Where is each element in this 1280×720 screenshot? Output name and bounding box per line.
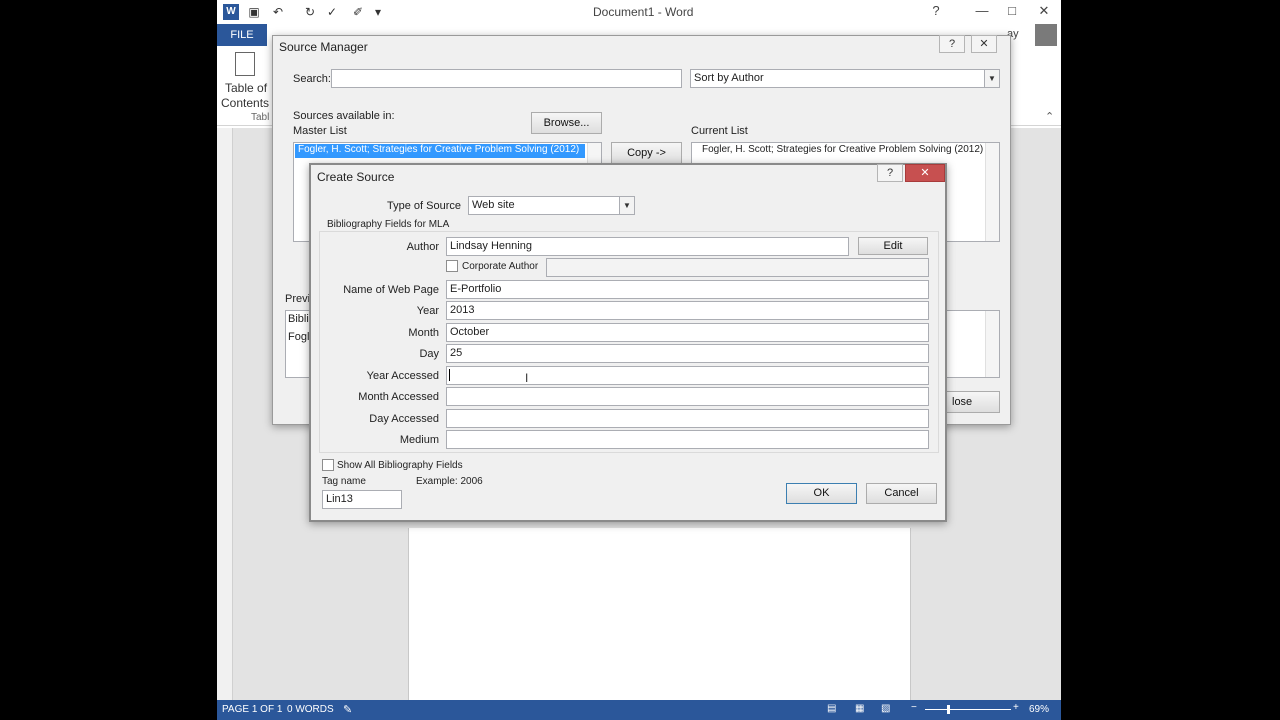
day-accessed-field[interactable] [446,409,929,428]
type-of-source-label: Type of Source [387,200,461,212]
type-of-source-value: Web site [472,199,515,211]
scrollbar[interactable] [985,143,999,241]
redo-icon[interactable]: ↻ [303,5,317,19]
year-field[interactable]: 2013 [446,301,929,320]
edit-button[interactable]: Edit [858,237,928,255]
preview-text-1: Bibli [288,313,309,325]
chevron-down-icon[interactable]: ▼ [619,197,634,214]
help-icon[interactable]: ? [939,35,965,53]
zoom-slider-thumb[interactable] [947,705,950,714]
show-all-fields-label: Show All Bibliography Fields [337,460,463,471]
undo-icon[interactable]: ↶ [271,5,285,19]
fields-header: Bibliography Fields for MLA [327,219,450,230]
help-icon[interactable]: ? [877,164,903,182]
vertical-ruler [217,128,233,700]
list-item[interactable]: Fogler, H. Scott; Strategies for Creativ… [295,144,585,158]
example-label: Example: 2006 [416,476,483,487]
spelling-icon[interactable]: ✓ [325,5,339,19]
field-label: Year [416,305,439,317]
page-count[interactable]: PAGE 1 OF 1 [222,704,282,715]
month-field[interactable]: October [446,323,929,342]
read-mode-icon[interactable]: ▤ [827,703,836,714]
customize-qat-icon[interactable]: ▾ [371,5,385,19]
tag-name-label: Tag name [322,476,366,487]
field-label: Day [419,348,439,360]
mouse-ibeam-icon: I [525,371,529,385]
sources-available-label: Sources available in: [293,110,395,122]
toc-label-1[interactable]: Table of [225,81,267,95]
preview-text-2: Fogl [288,331,310,343]
field-label: Medium [399,434,439,446]
format-painter-icon[interactable]: ✐ [351,5,365,19]
show-all-fields-checkbox[interactable] [322,459,334,471]
web-layout-icon[interactable]: ▧ [881,703,890,714]
tab-file[interactable]: FILE [217,24,267,46]
chevron-down-icon[interactable]: ▼ [984,70,999,87]
day-field[interactable]: 25 [446,344,929,363]
zoom-in-icon[interactable]: + [1013,702,1019,713]
status-bar: PAGE 1 OF 1 0 WORDS ✎ ▤ ▦ ▧ − + 69% [217,700,1061,720]
current-list-label: Current List [691,125,748,137]
field-label: Name of Web Page [343,284,439,296]
field-label: Year Accessed [366,370,439,382]
field-label: Day Accessed [369,413,439,425]
collapse-ribbon-icon[interactable]: ⌃ [1045,110,1054,123]
word-count[interactable]: 0 WORDS [287,704,334,715]
print-layout-icon[interactable]: ▦ [855,703,864,714]
source-manager-title: Source Manager [279,40,368,54]
corporate-author-label: Corporate Author [462,261,539,272]
zoom-out-icon[interactable]: − [911,702,917,713]
corporate-author-field [546,258,929,277]
maximize-icon[interactable]: □ [997,0,1027,22]
author-field[interactable]: Lindsay Henning [446,237,849,256]
browse-button[interactable]: Browse... [531,112,602,134]
title-bar: W ▣ ↶ ↻ ✓ ✐ ▾ Document1 - Word ? — □ ✕ [217,0,1061,24]
copy-button[interactable]: Copy -> [611,142,682,164]
type-of-source-dropdown[interactable]: Web site ▼ [468,196,635,215]
text-cursor [449,369,450,381]
field-label: Month [408,327,439,339]
zoom-level[interactable]: 69% [1029,704,1049,715]
sort-value: Sort by Author [694,72,764,84]
medium-field[interactable] [446,430,929,449]
search-input[interactable] [331,69,682,88]
corporate-author-checkbox[interactable] [446,260,458,272]
close-icon[interactable]: ✕ [905,164,945,182]
name-of-web-page-field[interactable]: E-Portfolio [446,280,929,299]
preview-label: Previ [285,293,311,305]
zoom-slider[interactable] [925,709,1011,710]
year-accessed-field[interactable] [446,366,929,385]
close-icon[interactable]: ✕ [971,35,997,53]
ok-button[interactable]: OK [786,483,857,504]
document-page[interactable] [408,528,911,700]
scrollbar[interactable] [985,311,999,377]
close-window-icon[interactable]: ✕ [1029,0,1059,22]
ribbon-group-label: Tabl [251,112,270,123]
table-of-contents-icon[interactable] [235,52,255,76]
window-title: Document1 - Word [593,5,694,19]
list-item[interactable]: Fogler, H. Scott; Strategies for Creativ… [702,144,983,155]
sort-dropdown[interactable]: Sort by Author ▼ [690,69,1000,88]
minimize-icon[interactable]: — [967,0,997,22]
help-icon[interactable]: ? [921,0,951,22]
cancel-button[interactable]: Cancel [866,483,937,504]
create-source-dialog: Create Source ? ✕ Type of Source Web sit… [309,163,947,522]
field-label: Month Accessed [358,391,439,403]
author-label: Author [406,241,439,253]
close-button-label: lose [952,396,973,408]
avatar[interactable] [1035,24,1057,46]
create-source-title: Create Source [317,170,395,184]
word-logo-icon: W [223,4,239,20]
proofing-icon[interactable]: ✎ [343,703,352,716]
month-accessed-field[interactable] [446,387,929,406]
save-icon[interactable]: ▣ [247,5,261,19]
tag-name-field[interactable]: Lin13 [322,490,402,509]
toc-label-2[interactable]: Contents [221,96,269,110]
search-label: Search: [293,73,331,85]
master-list-label: Master List [293,125,347,137]
